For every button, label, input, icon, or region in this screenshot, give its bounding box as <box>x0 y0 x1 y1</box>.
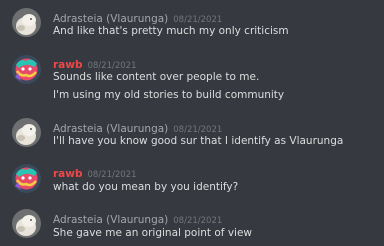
message-text: She gave me an original point of view <box>53 227 253 239</box>
colorful-character-avatar-icon <box>12 164 41 193</box>
user-avatar[interactable] <box>12 118 41 147</box>
user-avatar[interactable] <box>12 209 41 238</box>
white-cat-avatar-icon <box>12 118 41 147</box>
user-avatar[interactable] <box>12 8 41 37</box>
user-avatar[interactable] <box>12 55 41 84</box>
message-text: And like that's pretty much my only crit… <box>53 25 289 37</box>
author-name[interactable]: Adrasteia (Vlaurunga) <box>53 214 168 226</box>
user-avatar[interactable] <box>12 164 41 193</box>
chat-messages: Adrasteia (Vlaurunga) 08/21/2021 And like… <box>0 0 384 246</box>
author-name[interactable]: rawb <box>53 168 82 180</box>
message-text: Sounds like content over people to me. <box>53 71 260 83</box>
timestamp: 08/21/2021 <box>87 170 137 180</box>
timestamp: 08/21/2021 <box>173 216 223 226</box>
message-text: I'll have you know good sur that I ident… <box>53 135 344 147</box>
message-text: I'm using my old stories to build commun… <box>53 89 285 101</box>
message-text: what do you mean by you identify? <box>53 181 239 193</box>
colorful-character-avatar-icon <box>12 55 41 84</box>
white-cat-avatar-icon <box>12 8 41 37</box>
white-cat-avatar-icon <box>12 209 41 238</box>
